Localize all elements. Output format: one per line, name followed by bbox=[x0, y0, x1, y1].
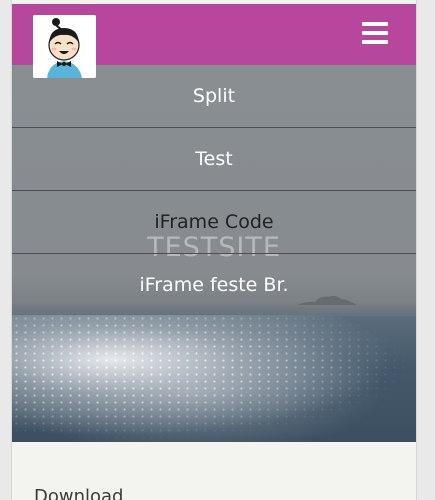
content-area: Download bbox=[12, 442, 416, 500]
nav-menu: Split Test iFrame Code iFrame feste Br. bbox=[12, 65, 416, 316]
menu-item-iframe-code[interactable]: iFrame Code bbox=[12, 191, 416, 254]
sea-sparkles bbox=[12, 315, 416, 442]
cartoon-boy-avatar-icon bbox=[33, 15, 96, 78]
site-logo[interactable] bbox=[33, 15, 96, 78]
menu-item-iframe-fixed-width[interactable]: iFrame feste Br. bbox=[12, 254, 416, 316]
page-container: TESTSITE Split Test iFrame Code iFrame f… bbox=[12, 0, 416, 500]
hamburger-menu-icon[interactable] bbox=[362, 22, 388, 44]
menu-item-test[interactable]: Test bbox=[12, 128, 416, 191]
download-link[interactable]: Download bbox=[34, 486, 123, 500]
